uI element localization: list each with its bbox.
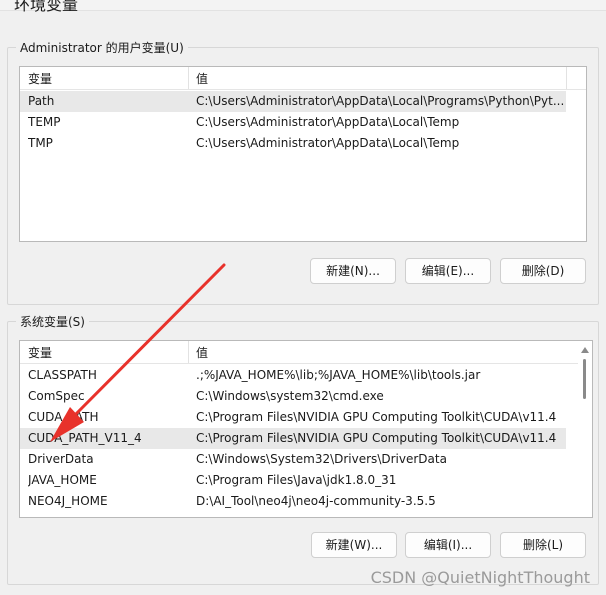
variable-name-cell: TEMP — [28, 115, 61, 129]
variable-name-cell: CUDA_PATH — [28, 410, 99, 424]
column-header-name[interactable]: 变量 — [28, 344, 52, 361]
variable-value-cell: C:\Users\Administrator\AppData\Local\Pro… — [196, 94, 565, 108]
table-row[interactable]: TEMP C:\Users\Administrator\AppData\Local… — [20, 112, 566, 133]
variable-value-cell: C:\Program Files\NVIDIA GPU Computing To… — [196, 431, 557, 445]
variable-name-cell: CLASSPATH — [28, 368, 97, 382]
watermark: CSDN @QuietNightThought — [370, 568, 590, 587]
user-variables-label: Administrator 的用户变量(U) — [16, 39, 188, 56]
title-bar — [0, 0, 606, 11]
user-delete-button[interactable]: 删除(D) — [500, 258, 586, 284]
system-variables-group: 系统变量(S) 变量 值 CLASSPATH .;%JAVA_HOME%\lib;… — [7, 313, 599, 585]
column-header-value[interactable]: 值 — [196, 344, 208, 361]
table-row[interactable]: DriverData C:\Windows\System32\Drivers\Dr… — [20, 449, 566, 470]
list-header: 变量 值 — [20, 67, 586, 90]
variable-name-cell: DriverData — [28, 452, 94, 466]
table-row[interactable]: TMP C:\Users\Administrator\AppData\Local\… — [20, 133, 566, 154]
window-title: 环境变量 — [14, 0, 79, 14]
variable-value-cell: C:\Windows\System32\Drivers\DriverData — [196, 452, 447, 466]
column-header-name[interactable]: 变量 — [28, 70, 52, 87]
table-row[interactable]: NEO4J_HOME D:\AI_Tool\neo4j\neo4j-communi… — [20, 491, 566, 512]
variable-value-cell: C:\Program Files\NVIDIA GPU Computing To… — [196, 410, 557, 424]
system-delete-button[interactable]: 删除(L) — [500, 532, 586, 558]
user-edit-button[interactable]: 编辑(E)... — [405, 258, 491, 284]
variable-value-cell: D:\AI_Tool\neo4j\neo4j-community-3.5.5 — [196, 494, 436, 508]
vertical-scrollbar[interactable] — [578, 341, 592, 517]
list-header: 变量 值 — [20, 341, 592, 364]
variable-name-cell: NEO4J_HOME — [28, 494, 108, 508]
variable-name-cell: CUDA_PATH_V11_4 — [28, 431, 142, 445]
table-row[interactable]: ComSpec C:\Windows\system32\cmd.exe — [20, 386, 566, 407]
table-row[interactable]: CLASSPATH .;%JAVA_HOME%\lib;%JAVA_HOME%\l… — [20, 365, 566, 386]
variable-name-cell: ComSpec — [28, 389, 85, 403]
system-new-button[interactable]: 新建(W)... — [311, 532, 397, 558]
table-row[interactable]: Path C:\Users\Administrator\AppData\Local… — [20, 91, 566, 112]
variable-name-cell: Path — [28, 94, 55, 108]
variable-name-cell: JAVA_HOME — [28, 473, 97, 487]
system-variables-list[interactable]: 变量 值 CLASSPATH .;%JAVA_HOME%\lib;%JAVA_HO… — [19, 340, 593, 518]
user-variables-list[interactable]: 变量 值 Path C:\Users\Administrator\AppData\… — [19, 66, 587, 242]
variable-name-cell: TMP — [28, 136, 53, 150]
scroll-up-icon[interactable] — [581, 347, 589, 353]
table-row[interactable]: CUDA_PATH_V11_4 C:\Program Files\NVIDIA G… — [20, 428, 566, 449]
variable-value-cell: C:\Users\Administrator\AppData\Local\Tem… — [196, 115, 460, 129]
variable-value-cell: C:\Users\Administrator\AppData\Local\Tem… — [196, 136, 460, 150]
column-divider[interactable] — [188, 67, 189, 89]
column-header-value[interactable]: 值 — [196, 70, 208, 87]
system-edit-button[interactable]: 编辑(I)... — [405, 532, 491, 558]
column-divider[interactable] — [188, 341, 189, 363]
user-new-button[interactable]: 新建(N)... — [310, 258, 396, 284]
table-row[interactable]: JAVA_HOME C:\Program Files\Java\jdk1.8.0_… — [20, 470, 566, 491]
system-variables-label: 系统变量(S) — [16, 313, 89, 330]
variable-value-cell: C:\Windows\system32\cmd.exe — [196, 389, 384, 403]
variable-value-cell: .;%JAVA_HOME%\lib;%JAVA_HOME%\lib\tools.… — [196, 368, 481, 382]
table-row[interactable]: CUDA_PATH C:\Program Files\NVIDIA GPU Com… — [20, 407, 566, 428]
scroll-thumb[interactable] — [583, 359, 586, 399]
user-variables-group: Administrator 的用户变量(U) 变量 值 Path C:\Users… — [7, 39, 599, 305]
variable-value-cell: C:\Program Files\Java\jdk1.8.0_31 — [196, 473, 397, 487]
column-divider[interactable] — [566, 67, 567, 89]
